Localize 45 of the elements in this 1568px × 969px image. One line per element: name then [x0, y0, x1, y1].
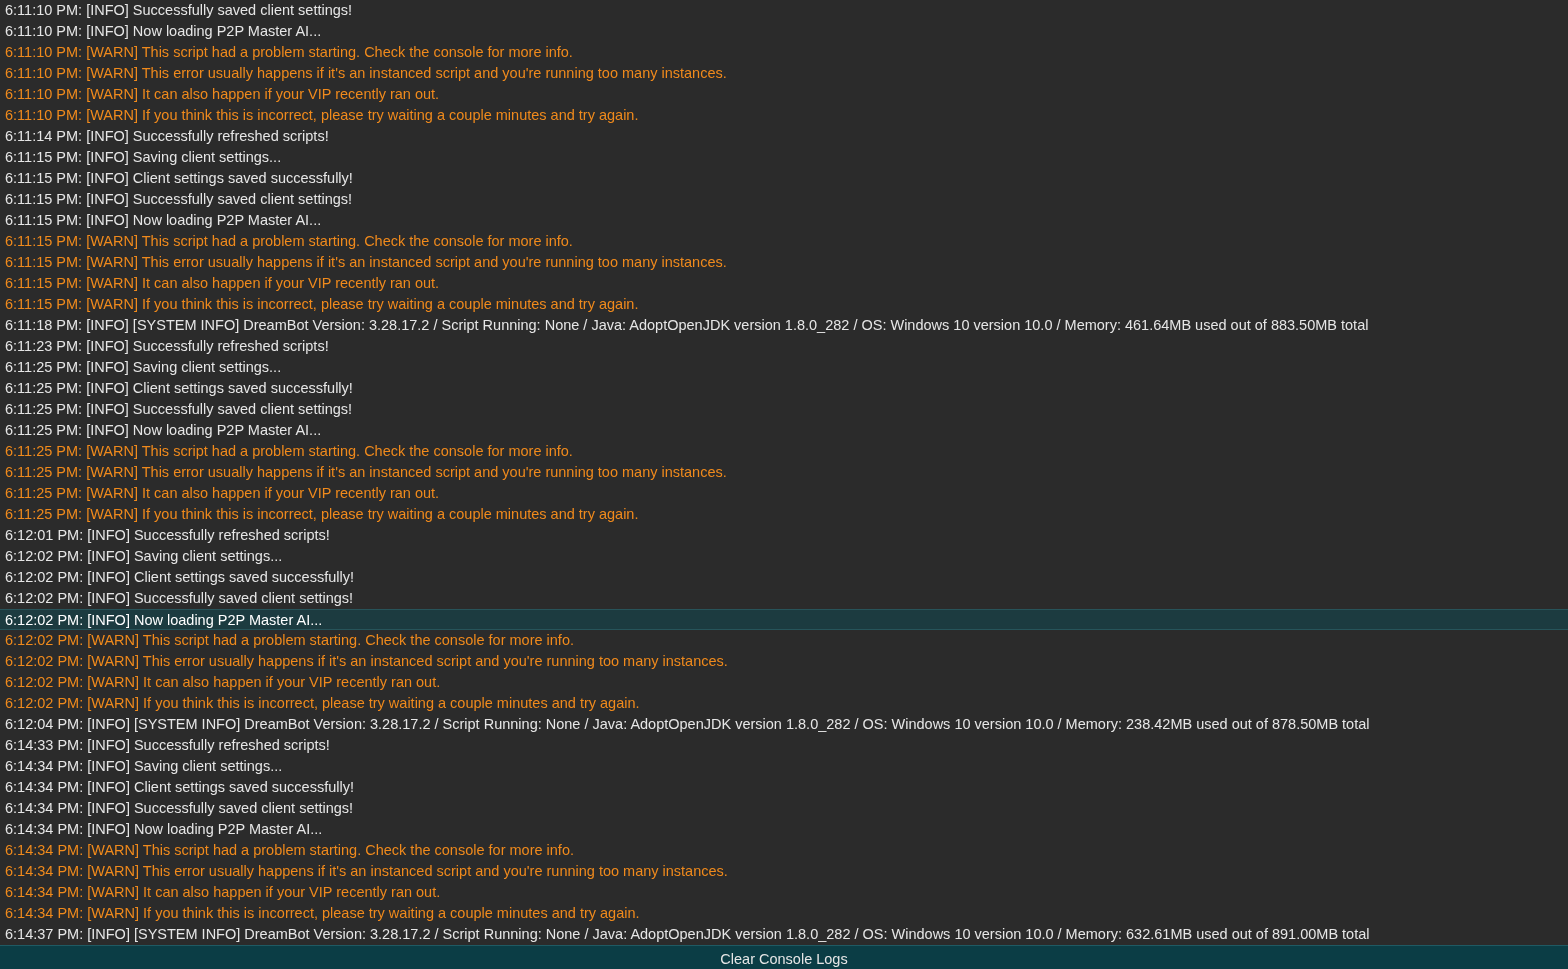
log-line[interactable]: 6:11:10 PM: [INFO] Now loading P2P Master AI... — [0, 21, 1568, 42]
log-line[interactable]: 6:11:15 PM: [WARN] If you think this is incorrect, please try waiting a couple minutes and try again. — [0, 294, 1568, 315]
log-line[interactable]: 6:14:34 PM: [INFO] Now loading P2P Master AI... — [0, 819, 1568, 840]
log-line[interactable]: 6:11:25 PM: [INFO] Saving client settings... — [0, 357, 1568, 378]
log-line[interactable]: 6:11:23 PM: [INFO] Successfully refreshed scripts! — [0, 336, 1568, 357]
log-line[interactable]: 6:11:10 PM: [WARN] It can also happen if your VIP recently ran out. — [0, 84, 1568, 105]
log-line[interactable]: 6:11:25 PM: [WARN] It can also happen if your VIP recently ran out. — [0, 483, 1568, 504]
log-line[interactable]: 6:14:34 PM: [WARN] This script had a problem starting. Check the console for more info. — [0, 840, 1568, 861]
log-line[interactable]: 6:14:34 PM: [WARN] This error usually happens if it's an instanced script and you're running too many instances. — [0, 861, 1568, 882]
log-line[interactable]: 6:11:18 PM: [INFO] [SYSTEM INFO] DreamBot Version: 3.28.17.2 / Script Running: None / Java: AdoptOpenJDK version 1.8.0_282 / OS: Windows 10 version 10.0 / Memory: 461.64MB used out of 883.50MB total — [0, 315, 1568, 336]
log-line[interactable]: 6:12:02 PM: [INFO] Client settings saved successfully! — [0, 567, 1568, 588]
log-line[interactable]: 6:14:34 PM: [INFO] Client settings saved successfully! — [0, 777, 1568, 798]
log-line[interactable]: 6:12:01 PM: [INFO] Successfully refreshed scripts! — [0, 525, 1568, 546]
log-line[interactable]: 6:14:33 PM: [INFO] Successfully refreshed scripts! — [0, 735, 1568, 756]
log-line[interactable]: 6:11:15 PM: [WARN] This script had a problem starting. Check the console for more info. — [0, 231, 1568, 252]
log-line[interactable]: 6:11:25 PM: [INFO] Now loading P2P Master AI... — [0, 420, 1568, 441]
log-line[interactable]: 6:11:10 PM: [WARN] If you think this is incorrect, please try waiting a couple minutes and try again. — [0, 105, 1568, 126]
log-line[interactable]: 6:14:37 PM: [INFO] [SYSTEM INFO] DreamBot Version: 3.28.17.2 / Script Running: None / Java: AdoptOpenJDK version 1.8.0_282 / OS: Windows 10 version 10.0 / Memory: 632.61MB used out of 891.00MB total — [0, 924, 1568, 945]
log-line[interactable]: 6:11:10 PM: [INFO] Successfully saved client settings! — [0, 0, 1568, 21]
log-line[interactable]: 6:12:02 PM: [WARN] This error usually happens if it's an instanced script and you're running too many instances. — [0, 651, 1568, 672]
log-line[interactable]: 6:14:34 PM: [WARN] It can also happen if your VIP recently ran out. — [0, 882, 1568, 903]
log-line[interactable]: 6:11:15 PM: [INFO] Client settings saved successfully! — [0, 168, 1568, 189]
log-line[interactable]: 6:11:25 PM: [INFO] Successfully saved client settings! — [0, 399, 1568, 420]
log-line[interactable]: 6:11:15 PM: [INFO] Now loading P2P Master AI... — [0, 210, 1568, 231]
log-line[interactable]: 6:11:10 PM: [WARN] This script had a problem starting. Check the console for more info. — [0, 42, 1568, 63]
clear-console-logs-button[interactable]: Clear Console Logs — [0, 945, 1568, 969]
log-line[interactable]: 6:11:15 PM: [WARN] This error usually happens if it's an instanced script and you're running too many instances. — [0, 252, 1568, 273]
log-line[interactable]: 6:11:15 PM: [WARN] It can also happen if your VIP recently ran out. — [0, 273, 1568, 294]
log-line[interactable]: 6:12:02 PM: [WARN] This script had a problem starting. Check the console for more info. — [0, 630, 1568, 651]
log-line[interactable]: 6:12:02 PM: [WARN] It can also happen if your VIP recently ran out. — [0, 672, 1568, 693]
log-line[interactable]: 6:14:34 PM: [INFO] Successfully saved client settings! — [0, 798, 1568, 819]
log-line[interactable]: 6:11:10 PM: [WARN] This error usually happens if it's an instanced script and you're running too many instances. — [0, 63, 1568, 84]
log-line[interactable]: 6:12:02 PM: [INFO] Saving client settings... — [0, 546, 1568, 567]
log-line[interactable]: 6:12:04 PM: [INFO] [SYSTEM INFO] DreamBot Version: 3.28.17.2 / Script Running: None / Java: AdoptOpenJDK version 1.8.0_282 / OS: Windows 10 version 10.0 / Memory: 238.42MB used out of 878.50MB total — [0, 714, 1568, 735]
log-line[interactable]: 6:11:25 PM: [INFO] Client settings saved successfully! — [0, 378, 1568, 399]
log-line[interactable]: 6:12:02 PM: [WARN] If you think this is incorrect, please try waiting a couple minutes and try again. — [0, 693, 1568, 714]
log-line[interactable]: 6:11:15 PM: [INFO] Successfully saved client settings! — [0, 189, 1568, 210]
log-line[interactable]: 6:12:02 PM: [INFO] Successfully saved client settings! — [0, 588, 1568, 609]
log-line[interactable]: 6:11:25 PM: [WARN] This script had a problem starting. Check the console for more info. — [0, 441, 1568, 462]
log-line[interactable]: 6:11:25 PM: [WARN] If you think this is incorrect, please try waiting a couple minutes and try again. — [0, 504, 1568, 525]
log-line[interactable]: 6:14:34 PM: [INFO] Saving client settings... — [0, 756, 1568, 777]
log-line[interactable]: 6:11:25 PM: [WARN] This error usually happens if it's an instanced script and you're running too many instances. — [0, 462, 1568, 483]
log-line[interactable]: 6:14:34 PM: [WARN] If you think this is incorrect, please try waiting a couple minutes and try again. — [0, 903, 1568, 924]
log-line[interactable]: 6:11:15 PM: [INFO] Saving client settings... — [0, 147, 1568, 168]
log-line[interactable]: 6:11:14 PM: [INFO] Successfully refreshed scripts! — [0, 126, 1568, 147]
